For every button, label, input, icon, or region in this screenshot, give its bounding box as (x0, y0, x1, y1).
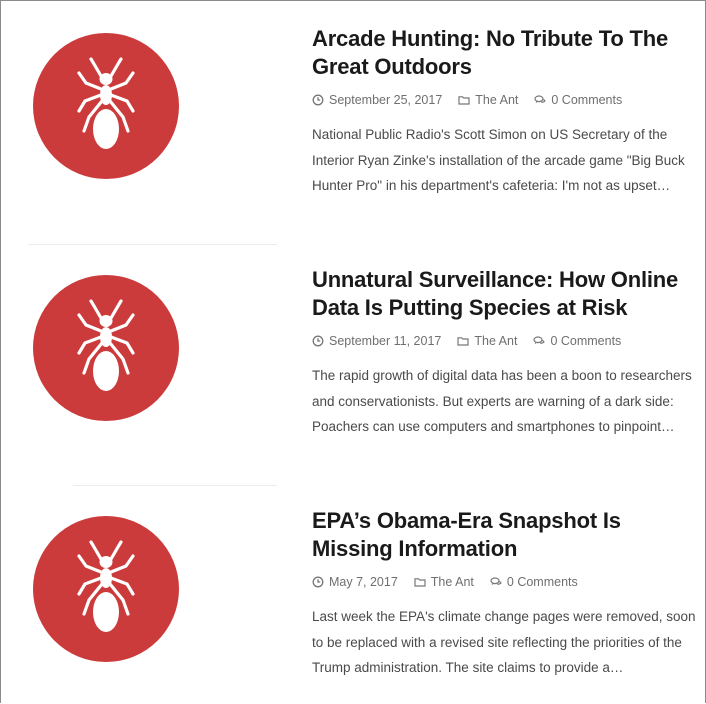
post-category[interactable]: The Ant (457, 334, 517, 348)
post-comments-text: 0 Comments (506, 575, 578, 589)
comments-icon (533, 335, 546, 347)
post-category[interactable]: The Ant (458, 93, 518, 107)
post-date-text: September 11, 2017 (329, 334, 442, 348)
post-meta: May 7, 2017 The Ant 0 Comments (312, 573, 594, 591)
post-comments[interactable]: 0 Comments (534, 93, 622, 107)
post-thumbnail[interactable] (33, 516, 179, 662)
clock-icon (312, 576, 324, 588)
post-meta: September 25, 2017 The Ant 0 Comments (312, 91, 638, 109)
post-date[interactable]: May 7, 2017 (312, 575, 398, 589)
post-title[interactable]: Unnatural Surveillance: How Online Data … (312, 266, 697, 322)
post-category-text: The Ant (474, 334, 518, 348)
post-comments[interactable]: 0 Comments (490, 575, 578, 589)
post-list: Arcade Hunting: No Tribute To The Great … (0, 0, 706, 703)
post-date[interactable]: September 25, 2017 (312, 93, 442, 107)
folder-icon (458, 94, 470, 106)
post-excerpt: National Public Radio's Scott Simon on U… (312, 127, 685, 193)
comments-icon (534, 94, 547, 106)
post-excerpt: The rapid growth of digital data has bee… (312, 368, 692, 434)
post-category[interactable]: The Ant (414, 575, 474, 589)
ant-icon (77, 299, 135, 391)
comments-icon (490, 576, 502, 588)
clock-icon (312, 94, 324, 106)
post-comments-text: 0 Comments (551, 93, 623, 107)
post-date-text: May 7, 2017 (329, 575, 398, 589)
post-category-text: The Ant (430, 575, 474, 589)
folder-icon (414, 576, 426, 588)
clock-icon (312, 335, 324, 347)
post-thumbnail[interactable] (33, 33, 179, 179)
post-item: Arcade Hunting: No Tribute To The Great … (1, 1, 705, 245)
post-excerpt: Last week the EPA's climate change pages… (312, 609, 696, 675)
post-category-text: The Ant (475, 93, 519, 107)
post-meta: September 11, 2017 The Ant 0 Comments (312, 332, 637, 350)
post-date-text: September 25, 2017 (329, 93, 443, 107)
ant-icon (77, 540, 135, 632)
ant-icon (77, 57, 135, 149)
post-title[interactable]: Arcade Hunting: No Tribute To The Great … (312, 25, 697, 81)
post-comments[interactable]: 0 Comments (533, 334, 621, 348)
folder-icon (457, 335, 469, 347)
post-thumbnail[interactable] (33, 275, 179, 421)
post-item: Unnatural Surveillance: How Online Data … (1, 245, 705, 486)
post-title[interactable]: EPA’s Obama-Era Snapshot Is Missing Info… (312, 507, 697, 563)
post-date[interactable]: September 11, 2017 (312, 334, 441, 348)
post-comments-text: 0 Comments (550, 334, 622, 348)
post-item: EPA’s Obama-Era Snapshot Is Missing Info… (1, 486, 705, 703)
